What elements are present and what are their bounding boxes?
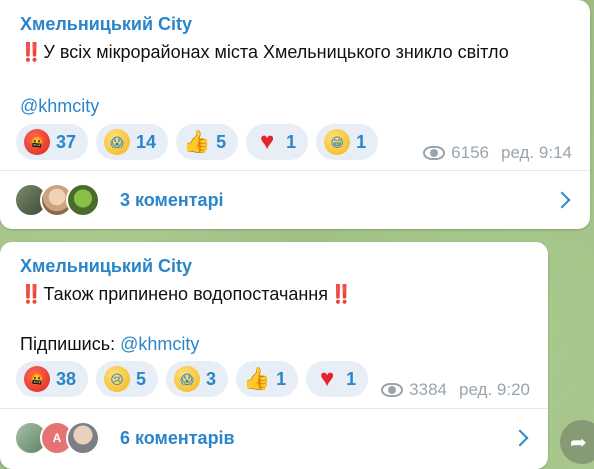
post-time: ред. 9:20 <box>459 380 530 399</box>
post-time: ред. 9:14 <box>501 143 572 162</box>
comments-button[interactable]: A 6 коментарів <box>0 409 548 467</box>
avatar <box>66 183 100 217</box>
reaction-count: 1 <box>356 131 367 152</box>
commenter-avatars: A <box>14 421 100 455</box>
reaction-count: 14 <box>136 131 157 152</box>
reaction-count: 3 <box>206 368 217 389</box>
channel-mention-link[interactable]: @khmcity <box>120 334 199 354</box>
post-meta: 3384 ред. 9:20 <box>381 380 530 400</box>
commenter-avatars <box>14 183 100 217</box>
reaction-thumbs-up[interactable]: 👍 5 <box>176 124 239 160</box>
subscribe-line: Підпишись: @khmcity <box>20 334 199 355</box>
channel-post-1[interactable]: Хмельницький City ‼️ У всіх мікрорайонах … <box>0 0 590 229</box>
crying-face-icon: 😢 <box>104 366 131 392</box>
post-meta: 6156 ред. 9:14 <box>423 143 572 163</box>
subscribe-label: Підпишись: <box>20 334 121 354</box>
angry-face-icon: 🤬 <box>24 129 50 155</box>
reaction-scream[interactable]: 😱 3 <box>166 361 229 397</box>
angry-face-icon: 🤬 <box>24 366 50 392</box>
reaction-thumbs-up[interactable]: 👍 1 <box>236 361 299 397</box>
reaction-grin[interactable]: 😁 1 <box>316 124 379 160</box>
reaction-heart[interactable]: ♥ 1 <box>306 361 369 397</box>
views-eye-icon <box>381 383 404 397</box>
post-text-line: ‼️ Також припинено водопостачання ‼️ <box>20 284 352 305</box>
reaction-cry[interactable]: 😢 5 <box>96 361 159 397</box>
comments-count-label: 3 коментарі <box>120 190 224 210</box>
double-exclamation-icon: ‼️ <box>20 42 42 62</box>
screaming-face-icon: 😱 <box>174 366 201 392</box>
red-heart-icon: ♥ <box>319 365 335 392</box>
reactions-row: 🤬 37 😱 14 👍 5 ♥ 1 😁 1 <box>16 124 379 160</box>
views-eye-icon <box>423 146 446 160</box>
chevron-right-icon <box>553 191 571 209</box>
views-count: 3384 <box>409 380 447 399</box>
post-text-line: ‼️ У всіх мікрорайонах міста Хмельницьког… <box>20 42 509 63</box>
views-count: 6156 <box>451 143 489 162</box>
screaming-face-icon: 😱 <box>104 129 131 155</box>
comments-count-label: 6 коментарів <box>120 428 235 448</box>
reaction-count: 1 <box>276 368 287 389</box>
reaction-count: 1 <box>286 131 297 152</box>
double-exclamation-icon: ‼️ <box>20 284 42 304</box>
thumbs-up-icon: 👍 <box>183 129 211 154</box>
double-exclamation-icon: ‼️ <box>330 284 352 304</box>
reaction-scream[interactable]: 😱 14 <box>96 124 169 160</box>
avatar <box>66 421 100 455</box>
reaction-heart[interactable]: ♥ 1 <box>246 124 309 160</box>
post-author[interactable]: Хмельницький City <box>20 256 192 277</box>
reaction-count: 37 <box>56 131 77 152</box>
reaction-angry[interactable]: 🤬 37 <box>16 124 89 160</box>
reaction-count: 1 <box>346 368 357 389</box>
share-arrow-icon: ➦ <box>570 431 587 454</box>
reaction-angry[interactable]: 🤬 38 <box>16 361 89 397</box>
reaction-count: 38 <box>56 368 77 389</box>
post-author[interactable]: Хмельницький City <box>20 14 192 35</box>
comments-button[interactable]: 3 коментарі <box>0 171 590 229</box>
reactions-row: 🤬 38 😢 5 😱 3 👍 1 ♥ 1 <box>16 361 369 397</box>
channel-post-2[interactable]: Хмельницький City ‼️ Також припинено водо… <box>0 242 548 469</box>
red-heart-icon: ♥ <box>259 128 275 155</box>
reaction-count: 5 <box>136 368 147 389</box>
grinning-face-icon: 😁 <box>324 129 351 155</box>
chevron-right-icon <box>511 429 529 447</box>
reaction-count: 5 <box>216 131 227 152</box>
channel-mention-link[interactable]: @khmcity <box>20 96 99 117</box>
thumbs-up-icon: 👍 <box>243 366 271 391</box>
post-text: Також припинено водопостачання <box>43 284 328 304</box>
post-text: У всіх мікрорайонах міста Хмельницького … <box>43 42 509 62</box>
